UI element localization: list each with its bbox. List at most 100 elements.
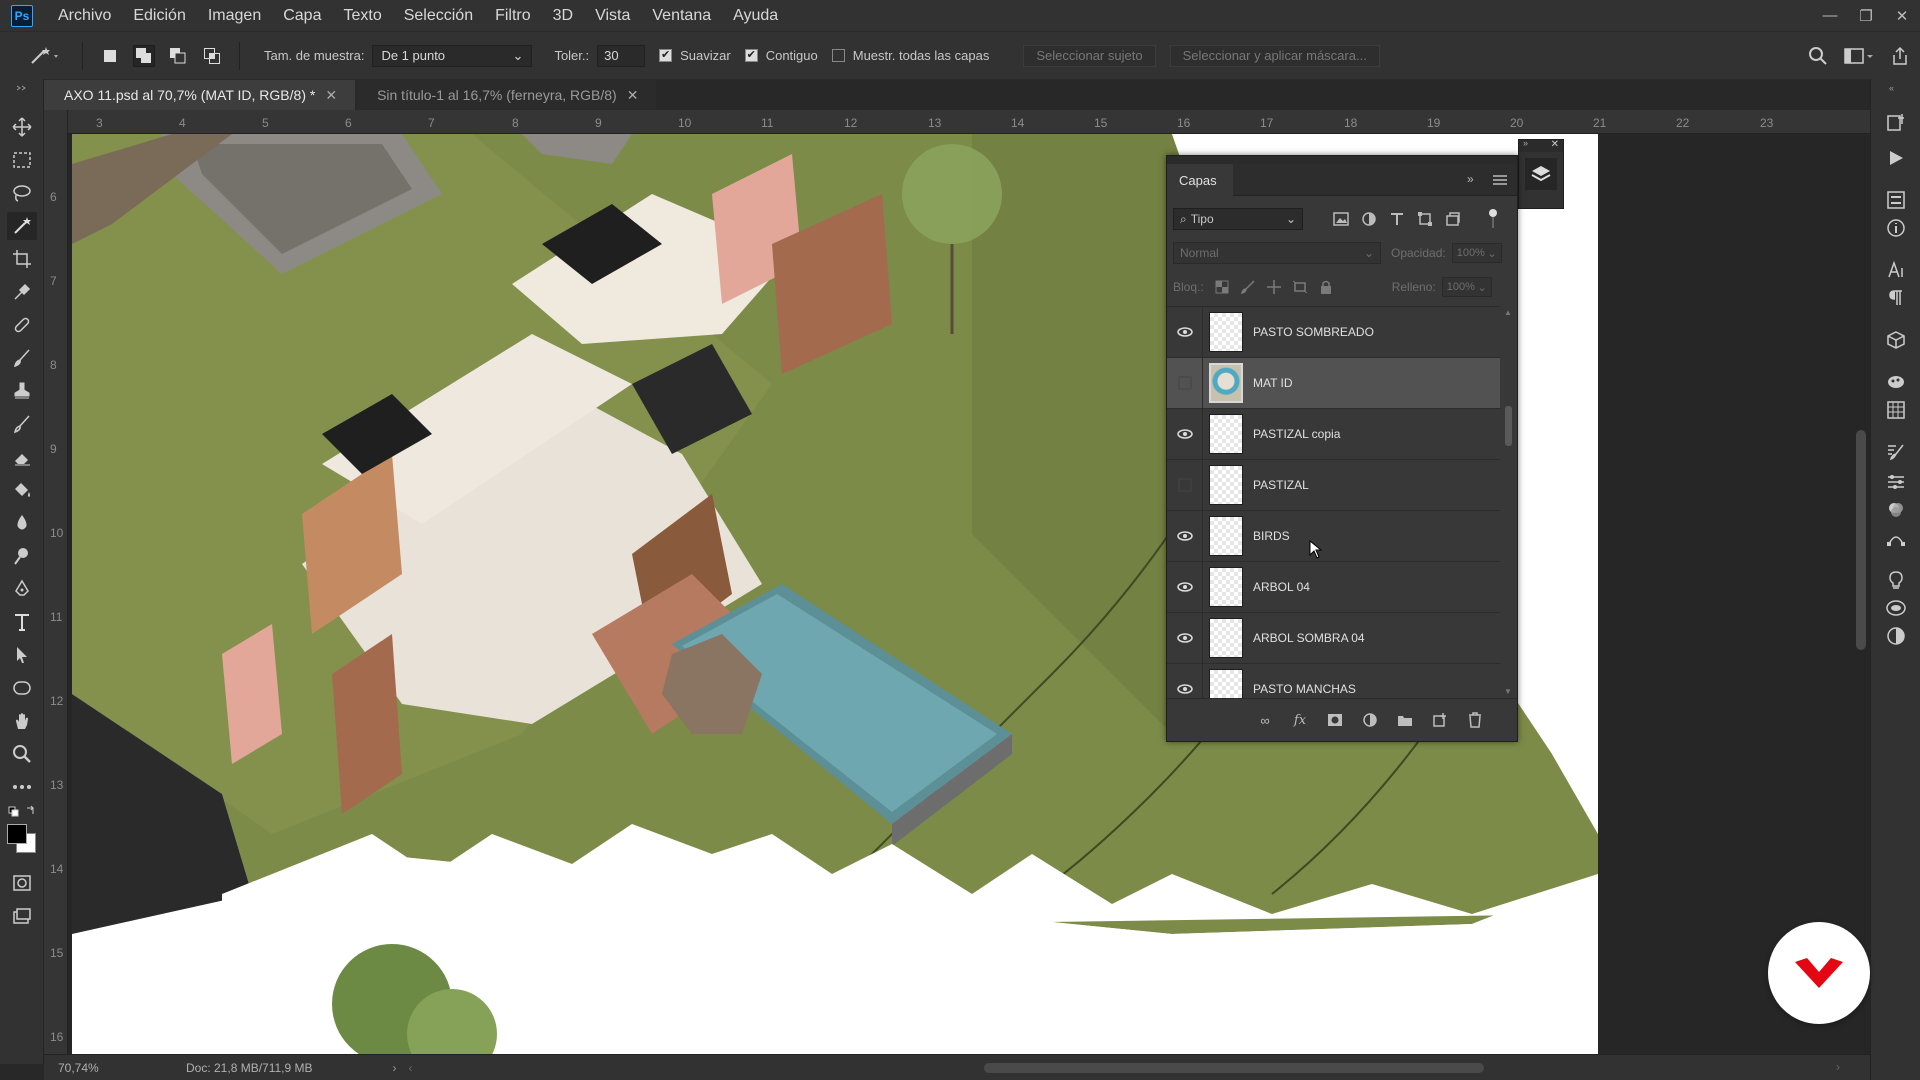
- select-subject-button[interactable]: Seleccionar sujeto: [1023, 44, 1156, 67]
- shape-tool-icon[interactable]: [7, 674, 37, 702]
- layer-row-pasto-manchas[interactable]: PASTO MANCHAS: [1167, 663, 1500, 698]
- menu-3d[interactable]: 3D: [542, 0, 584, 31]
- more-tools-icon[interactable]: [7, 773, 37, 801]
- eyedropper-tool-icon[interactable]: [7, 278, 37, 306]
- search-icon[interactable]: [1808, 46, 1828, 66]
- menu-capa[interactable]: Capa: [272, 0, 332, 31]
- visibility-toggle[interactable]: [1167, 510, 1203, 562]
- sample-size-dropdown[interactable]: De 1 punto ⌄: [372, 44, 533, 67]
- tab-axo-11[interactable]: AXO 11.psd al 70,7% (MAT ID, RGB/8) * ✕: [44, 80, 356, 110]
- expand-dock-icon[interactable]: «: [1889, 83, 1894, 93]
- magic-wand-tool-icon[interactable]: [7, 212, 37, 240]
- menu-texto[interactable]: Texto: [332, 0, 392, 31]
- filter-smart-object-icon[interactable]: [1445, 211, 1461, 227]
- tool-preset-picker[interactable]: [18, 36, 72, 76]
- dodge-tool-icon[interactable]: [7, 542, 37, 570]
- layer-row-mat-id[interactable]: MAT ID: [1167, 357, 1500, 409]
- filter-toggle-icon[interactable]: [1487, 208, 1499, 230]
- layer-row-arbol-04[interactable]: ARBOL 04: [1167, 561, 1500, 613]
- delete-layer-icon[interactable]: [1465, 710, 1485, 730]
- collapse-panel-icon[interactable]: »: [1467, 172, 1474, 186]
- visibility-toggle[interactable]: [1167, 612, 1203, 664]
- paragraph-panel-icon[interactable]: [1883, 285, 1909, 311]
- scroll-down-icon[interactable]: ▼: [1504, 687, 1512, 696]
- filter-type-icon[interactable]: [1389, 211, 1405, 227]
- visibility-toggle[interactable]: [1167, 357, 1203, 409]
- new-layer-icon[interactable]: [1430, 710, 1450, 730]
- visibility-toggle[interactable]: [1167, 663, 1203, 698]
- history-brush-tool-icon[interactable]: [7, 410, 37, 438]
- color-panel-icon[interactable]: [1883, 369, 1909, 395]
- history-panel-icon[interactable]: [1883, 109, 1909, 135]
- menu-ventana[interactable]: Ventana: [641, 0, 722, 31]
- close-icon[interactable]: ✕: [627, 87, 639, 104]
- properties-panel-icon[interactable]: [1883, 187, 1909, 213]
- filter-adjustment-icon[interactable]: [1361, 211, 1377, 227]
- opacity-input[interactable]: 100% ⌄: [1451, 243, 1502, 263]
- fill-input[interactable]: 100% ⌄: [1441, 277, 1492, 297]
- canvas-vertical-scroll-thumb[interactable]: [1856, 430, 1866, 650]
- foreground-color-swatch[interactable]: [7, 824, 27, 844]
- 3d-panel-icon[interactable]: [1883, 327, 1909, 353]
- layer-row-birds[interactable]: BIRDS: [1167, 510, 1500, 562]
- blend-mode-dropdown[interactable]: Normal ⌄: [1173, 242, 1381, 264]
- filter-shape-icon[interactable]: [1417, 211, 1433, 227]
- layer-row-arbol-sombra-04[interactable]: ARBOL SOMBRA 04: [1167, 612, 1500, 664]
- layers-panel-icon[interactable]: [1525, 158, 1557, 190]
- pen-tool-icon[interactable]: [7, 575, 37, 603]
- layer-style-fx-icon[interactable]: fx: [1290, 710, 1310, 730]
- add-mask-icon[interactable]: [1325, 710, 1345, 730]
- expand-panels-icon[interactable]: »: [1523, 138, 1528, 148]
- tab-capas[interactable]: Capas: [1167, 164, 1233, 196]
- menu-edicion[interactable]: Edición: [122, 0, 196, 31]
- new-group-folder-icon[interactable]: [1395, 710, 1415, 730]
- styles-panel-icon[interactable]: [1883, 623, 1909, 649]
- menu-archivo[interactable]: Archivo: [47, 0, 122, 31]
- paths-panel-icon[interactable]: [1883, 525, 1909, 551]
- zoom-tool-icon[interactable]: [7, 740, 37, 768]
- add-selection-icon[interactable]: [133, 44, 155, 67]
- menu-ayuda[interactable]: Ayuda: [722, 0, 789, 31]
- type-tool-icon[interactable]: [7, 608, 37, 636]
- libraries-panel-icon[interactable]: [1883, 595, 1909, 621]
- layer-row-pastizal[interactable]: PASTIZAL: [1167, 459, 1500, 511]
- color-swatches[interactable]: [6, 823, 38, 855]
- default-colors-icon[interactable]: [7, 803, 37, 821]
- paint-bucket-tool-icon[interactable]: [7, 476, 37, 504]
- visibility-toggle[interactable]: [1167, 408, 1203, 460]
- lock-pixels-icon[interactable]: [1240, 279, 1256, 295]
- lock-transparent-icon[interactable]: [1214, 279, 1230, 295]
- close-icon[interactable]: ✕: [325, 87, 337, 104]
- layers-scrollbar[interactable]: ▲ ▼: [1500, 306, 1517, 698]
- menu-vista[interactable]: Vista: [584, 0, 641, 31]
- lock-artboard-icon[interactable]: [1292, 279, 1308, 295]
- intersect-selection-icon[interactable]: [201, 45, 223, 67]
- brush-tool-icon[interactable]: [7, 344, 37, 372]
- canvas-horizontal-scroll-thumb[interactable]: [984, 1063, 1484, 1073]
- sample-all-layers-checkbox[interactable]: Muestr. todas las capas: [831, 48, 989, 63]
- tolerance-input[interactable]: 30: [597, 44, 646, 67]
- lock-all-icon[interactable]: [1318, 279, 1334, 295]
- channels-panel-icon[interactable]: [1883, 497, 1909, 523]
- menu-seleccion[interactable]: Selección: [393, 0, 484, 31]
- scroll-left-icon[interactable]: ‹: [409, 1061, 413, 1075]
- contiguous-checkbox[interactable]: ✔ Contiguo: [744, 48, 818, 63]
- layer-filter-dropdown[interactable]: ⌕ Tipo ⌄: [1173, 208, 1303, 230]
- quick-mask-icon[interactable]: [7, 869, 37, 897]
- antialias-checkbox[interactable]: ✔ Suavizar: [659, 48, 731, 63]
- eraser-tool-icon[interactable]: [7, 443, 37, 471]
- info-panel-icon[interactable]: [1883, 215, 1909, 241]
- hand-tool-icon[interactable]: [7, 707, 37, 735]
- visibility-toggle[interactable]: [1167, 459, 1203, 511]
- adjustment-layer-icon[interactable]: [1360, 710, 1380, 730]
- status-arrow-icon[interactable]: ›: [393, 1061, 397, 1075]
- tab-sin-titulo-1[interactable]: Sin título-1 al 16,7% (ferneyra, RGB/8) …: [357, 80, 657, 110]
- panel-collapse-icon[interactable]: [7, 83, 37, 93]
- visibility-toggle[interactable]: [1167, 307, 1203, 358]
- restore-icon[interactable]: ❐: [1848, 0, 1884, 31]
- layers-scroll-thumb[interactable]: [1505, 406, 1512, 446]
- actions-panel-icon[interactable]: [1883, 145, 1909, 171]
- close-window-icon[interactable]: ✕: [1884, 0, 1920, 31]
- visibility-toggle[interactable]: [1167, 561, 1203, 613]
- path-selection-tool-icon[interactable]: [7, 641, 37, 669]
